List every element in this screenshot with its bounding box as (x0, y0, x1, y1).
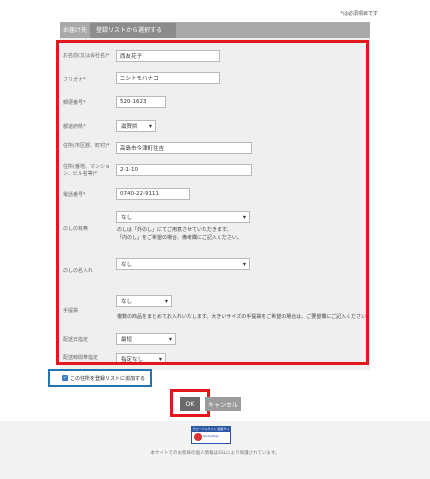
seal-header: グローバルサイン 認証サイト (192, 427, 230, 436)
tab-bar: お届け先 登録リストから選択する (60, 22, 370, 38)
ok-button[interactable]: OK (180, 397, 200, 411)
required-note: *は必須項目です (340, 11, 378, 17)
add-to-list-label[interactable]: この住所を登録リストに追加する (70, 375, 145, 382)
tab-select-from-list[interactable]: 登録リストから選択する (90, 23, 176, 38)
footer-note: 本サイトでのお客様の個人情報はSSLにより保護されています。 (150, 451, 280, 456)
seal-text: GlobalSign (203, 434, 220, 438)
cancel-button[interactable]: キャンセル (205, 397, 241, 411)
add-to-list-checkbox[interactable]: ✓ (62, 375, 68, 381)
highlight-frame (56, 40, 369, 365)
seal-badge-icon (194, 433, 202, 441)
tab-delivery[interactable]: お届け先 (63, 25, 87, 34)
ssl-seal[interactable]: グローバルサイン 認証サイト GlobalSign (191, 426, 231, 444)
